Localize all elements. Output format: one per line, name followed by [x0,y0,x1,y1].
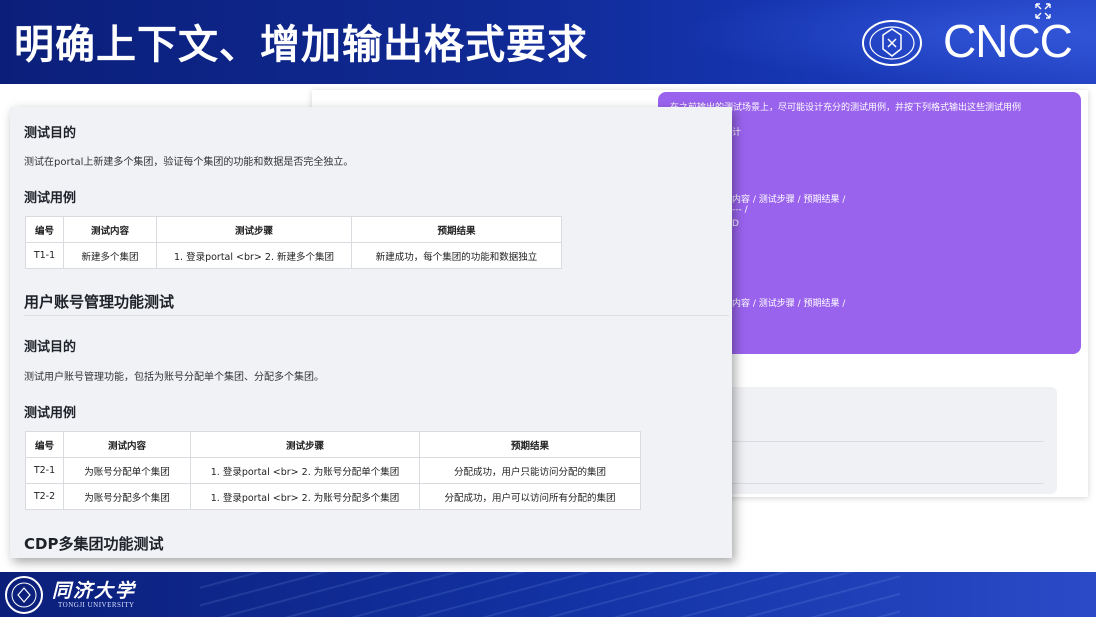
section-title: CDP多集团功能测试 [24,535,164,553]
prompt-line: --- / [732,205,748,215]
university-name-en: TONGJI UNIVERSITY [58,601,135,609]
tongji-seal-icon [5,576,43,614]
table-cell: 1. 登录portal <br> 2. 新建多个集团 [156,242,352,269]
section-title: 用户账号管理功能测试 [24,293,175,311]
prompt-line: 计 [732,128,742,138]
table-cell: 1. 登录portal <br> 2. 为账号分配多个集团 [190,483,420,510]
table-cell: 为账号分配多个集团 [63,483,191,510]
column-header: 测试步骤 [156,216,352,243]
table-row: T2-1 为账号分配单个集团 1. 登录portal <br> 2. 为账号分配… [25,457,641,484]
test-case-table: 编号 测试内容 测试步骤 预期结果 T2-1 为账号分配单个集团 1. 登录po… [25,431,641,510]
column-header: 测试内容 [63,431,191,458]
ccf-seal-icon [862,20,922,66]
paragraph: 测试在portal上新建多个集团，验证每个集团的功能和数据是否完全独立。 [24,157,354,168]
section-heading: 测试用例 [24,191,77,206]
column-header: 编号 [25,216,64,243]
table-row: T2-2 为账号分配多个集团 1. 登录portal <br> 2. 为账号分配… [25,483,641,510]
table-cell: 分配成功，用户可以访问所有分配的集团 [419,483,641,510]
table-cell: T2-1 [25,457,64,484]
column-header: 测试步骤 [190,431,420,458]
prompt-line: D [732,219,739,229]
fullscreen-icon[interactable] [1034,2,1052,20]
assistant-reply-box [720,387,1057,494]
section-heading: 测试用例 [24,406,77,421]
table-cell: 新建成功，每个集团的功能和数据独立 [351,242,562,269]
table-cell: 1. 登录portal <br> 2. 为账号分配单个集团 [190,457,420,484]
slide-footer: 同济大学 TONGJI UNIVERSITY [0,572,1096,617]
table-cell: T1-1 [25,242,64,269]
test-case-document: 测试目的 测试在portal上新建多个集团，验证每个集团的功能和数据是否完全独立… [10,107,732,558]
cncc-logo: CNCC [943,15,1073,67]
section-heading: 测试目的 [24,126,77,141]
table-header-row: 编号 测试内容 测试步骤 预期结果 [25,431,641,458]
table-cell: 新建多个集团 [63,242,157,269]
column-header: 预期结果 [419,431,641,458]
test-case-table: 编号 测试内容 测试步骤 预期结果 T1-1 新建多个集团 1. 登录porta… [25,216,562,269]
university-name: 同济大学 [52,580,137,602]
table-cell: 分配成功，用户只能访问分配的集团 [419,457,641,484]
slide-title: 明确上下文、增加输出格式要求 [14,22,588,68]
table-cell: T2-2 [25,483,64,510]
column-header: 预期结果 [351,216,562,243]
section-heading: 测试目的 [24,340,77,355]
table-cell: 为账号分配单个集团 [63,457,191,484]
prompt-line: 内容 / 测试步骤 / 预期结果 / [732,195,846,205]
table-row: T1-1 新建多个集团 1. 登录portal <br> 2. 新建多个集团 新… [25,242,562,269]
table-header-row: 编号 测试内容 测试步骤 预期结果 [25,216,562,243]
divider [732,483,1044,484]
column-header: 测试内容 [63,216,157,243]
slide-header: 明确上下文、增加输出格式要求 CNCC [0,0,1096,84]
divider [24,315,729,316]
paragraph: 测试用户账号管理功能，包括为账号分配单个集团、分配多个集团。 [24,372,324,383]
prompt-line: 内容 / 测试步骤 / 预期结果 / [732,299,846,309]
column-header: 编号 [25,431,64,458]
divider [732,441,1044,442]
